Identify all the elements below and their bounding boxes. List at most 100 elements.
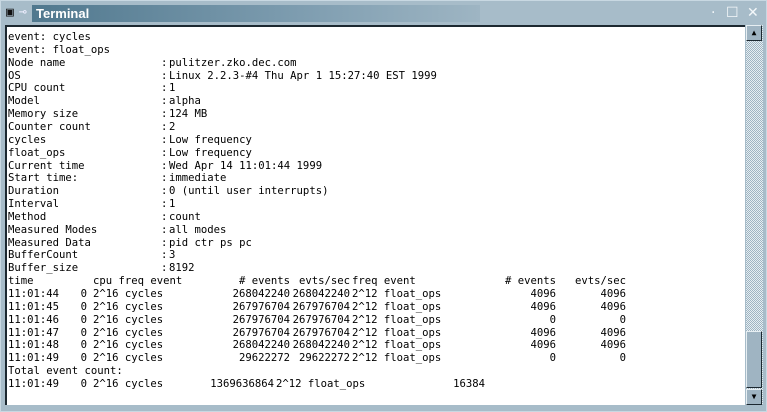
info-value: Linux 2.2.3-#4 Thu Apr 1 15:27:40 EST 19… — [169, 69, 437, 82]
separator: : — [161, 133, 168, 146]
total-cell: 1369636864 — [210, 377, 274, 390]
separator: : — [161, 210, 168, 223]
info-line: Model: alpha — [7, 95, 743, 108]
info-line: Interval:1 — [7, 198, 743, 211]
separator: : — [161, 56, 168, 69]
separator: : — [161, 120, 168, 133]
info-value: immediate — [169, 172, 227, 185]
table-cell: 0 — [80, 288, 87, 300]
separator: : — [161, 146, 168, 159]
table-cell: 2^12 float_ops — [352, 339, 442, 352]
info-label: Node name — [8, 56, 66, 69]
table-cell: 0 — [619, 352, 626, 365]
terminal-window: ▣ ⊸ Terminal · ☐ ✕ event: cycles event: f… — [0, 0, 767, 412]
total-row: 11:01:49 0 2^16 cycles 1369636864 2^12 float… — [7, 378, 743, 391]
separator: : — [161, 172, 168, 185]
table-cell: 2^12 float_ops — [352, 288, 442, 300]
table-cell: 0 — [80, 352, 87, 365]
info-line: Node name: pulitzer.zko.dec.com — [7, 57, 743, 70]
table-cell: 0 — [80, 326, 87, 339]
table-cell: 268042240 — [292, 339, 350, 352]
info-value: Wed Apr 14 11:01:44 1999 — [169, 159, 323, 172]
scrollbar-thumb[interactable] — [746, 331, 762, 388]
table-header: time cpu freq event # events evts/sec freq e… — [7, 275, 743, 288]
table-cell: 267976704 — [292, 313, 350, 326]
table-row: 11:01:44 0 2^16 cycles 268042240 268042240 2^… — [7, 288, 743, 301]
table-cell: 2^16 cycles — [93, 288, 164, 300]
info-line: Buffer_size:8192 — [7, 262, 743, 275]
info-line: Duration:0 (until user interrupts) — [7, 185, 743, 198]
info-line: event: float_ops — [7, 44, 743, 57]
table-cell: 268042240 — [292, 288, 350, 300]
table-cell: 4096 — [600, 288, 626, 300]
table-cell: 0 — [80, 313, 87, 326]
column-header: cpu freq event — [93, 275, 183, 288]
column-header: evts/sec — [574, 275, 626, 288]
vertical-scrollbar[interactable]: ▲ ▼ — [746, 25, 763, 405]
info-line: Memory size:124 MB — [7, 108, 743, 121]
maximize-button[interactable]: ☐ — [726, 5, 739, 21]
info-line: cycles: Low frequency — [7, 134, 743, 147]
table-row: 11:01:48 0 2^16 cycles 268042240 268042240 2^… — [7, 339, 743, 352]
info-label: OS — [8, 69, 21, 82]
window-menu-icon[interactable]: ▣ — [6, 5, 14, 20]
info-label: Counter count — [8, 120, 91, 133]
info-line: float_ops: Low frequency — [7, 147, 743, 160]
scroll-down-button[interactable]: ▼ — [746, 389, 762, 405]
pin-icon[interactable]: ⊸ — [19, 5, 27, 20]
info-value: pid ctr ps pc — [169, 236, 252, 249]
column-header: time — [8, 275, 34, 288]
minimize-button[interactable]: · — [711, 5, 715, 21]
separator: : — [161, 198, 168, 211]
info-line: Current time: Wed Apr 14 11:01:44 1999 — [7, 160, 743, 173]
info-value: all modes — [169, 223, 227, 236]
info-value: count — [169, 210, 201, 223]
separator: : — [161, 185, 168, 198]
total-label: Total event count: — [8, 365, 123, 378]
separator: : — [161, 108, 168, 121]
table-cell: 2^12 float_ops — [352, 313, 442, 326]
table-cell: 29622272 — [298, 352, 350, 365]
table-cell: 267976704 — [292, 326, 350, 339]
close-button[interactable]: ✕ — [747, 5, 759, 21]
info-label: Duration — [8, 185, 60, 198]
terminal-output[interactable]: event: cycles event: float_ops Node name: p… — [5, 25, 745, 405]
info-value: 3 — [169, 249, 176, 262]
table-cell: 0 — [80, 300, 87, 313]
info-line: event: cycles — [7, 31, 743, 44]
info-line: OS: Linux 2.2.3-#4 Thu Apr 1 15:27:40 EST… — [7, 70, 743, 83]
info-line: BufferCount:3 — [7, 249, 743, 262]
info-label: Memory size — [8, 108, 79, 121]
info-label: BufferCount — [8, 249, 79, 262]
table-cell: 4096 — [600, 326, 626, 339]
separator: : — [161, 95, 168, 108]
table-cell: 2^16 cycles — [93, 339, 164, 352]
info-value: Low frequency — [169, 146, 252, 159]
title-bar[interactable]: ▣ ⊸ Terminal · ☐ ✕ — [1, 1, 767, 25]
separator: : — [161, 69, 168, 82]
separator: : — [161, 82, 168, 95]
table-cell: 4096 — [600, 339, 626, 352]
info-label: Current time — [8, 159, 85, 172]
info-value: 2 — [169, 120, 176, 133]
table-cell: 0 — [80, 339, 87, 352]
info-value: Low frequency — [169, 133, 252, 146]
info-label: CPU count — [8, 82, 66, 95]
column-header: evts/sec — [298, 275, 350, 288]
separator: : — [161, 262, 168, 275]
info-value: 1 — [169, 198, 176, 211]
info-label: Buffer_size — [8, 262, 79, 275]
total-cell: 16384 — [453, 377, 485, 390]
info-label: Measured Data — [8, 236, 91, 249]
total-label-line: Total event count: — [7, 365, 743, 378]
table-cell: 2^16 cycles — [93, 326, 164, 339]
total-cell: 2^16 cycles — [93, 377, 164, 390]
info-value: 1 — [169, 82, 176, 95]
total-cell: 2^12 float_ops — [276, 377, 366, 390]
table-cell: 2^12 float_ops — [352, 300, 442, 313]
table-row: 11:01:49 0 2^16 cycles 29622272 29622272 2^12… — [7, 352, 743, 365]
total-cell: 0 — [80, 377, 87, 390]
info-value: 0 (until user interrupts) — [169, 185, 329, 198]
scroll-up-button[interactable]: ▲ — [746, 25, 762, 41]
info-label: Method — [8, 210, 47, 223]
